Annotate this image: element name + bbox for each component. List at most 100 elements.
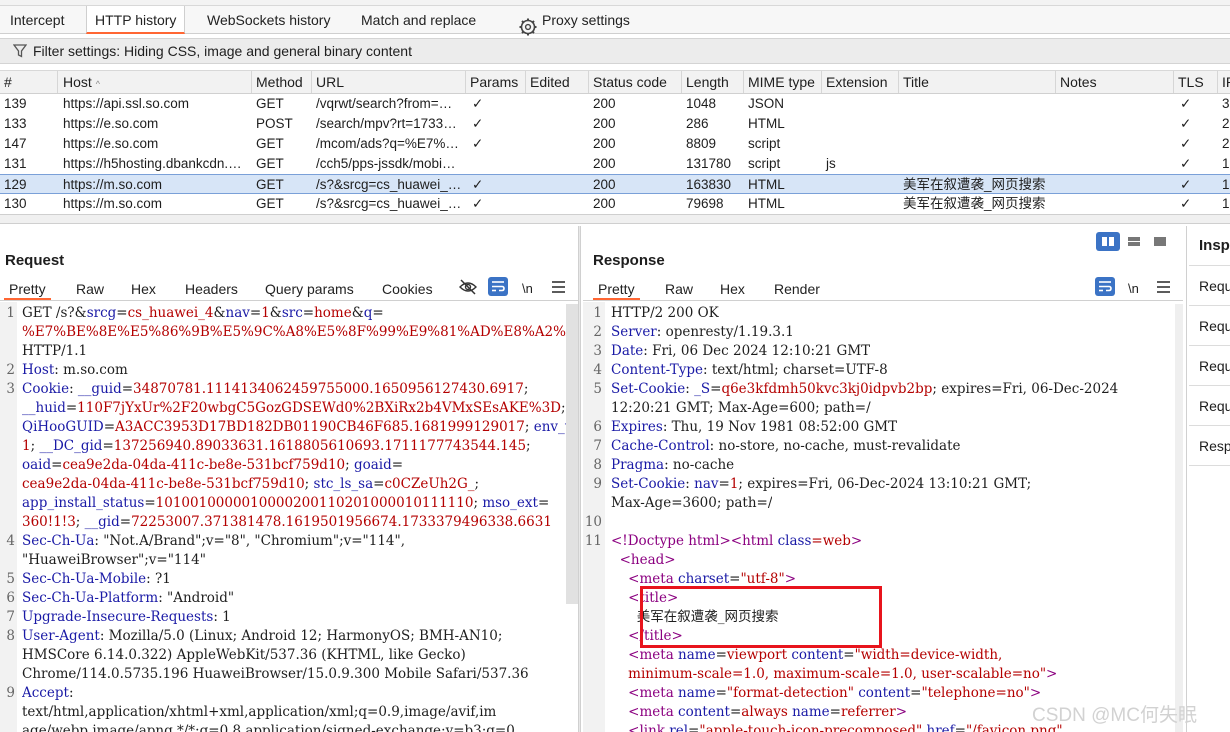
code-token: Chrome/114.0.5735.196 HuaweiBrowser/15.0… xyxy=(22,666,529,682)
code-token: = xyxy=(688,723,700,732)
code-line: Chrome/114.0.5735.196 HuaweiBrowser/15.0… xyxy=(22,665,529,684)
code-token: content xyxy=(791,647,844,663)
single-pane-layout-button[interactable] xyxy=(1148,232,1172,251)
col-status-code[interactable]: Status code xyxy=(589,71,682,93)
code-line: Max-Age=3600; path=/ xyxy=(611,494,772,513)
response-editor[interactable]: 1 HTTP/2 200 OK 2 Server: openresty/1.19.3.… xyxy=(583,304,1175,732)
cell-length: 8809 xyxy=(686,136,717,151)
inspector-item[interactable]: Requ xyxy=(1199,278,1230,294)
newline-toggle[interactable]: \n xyxy=(522,278,533,300)
col-url[interactable]: URL xyxy=(312,71,466,93)
code-token: Expires xyxy=(611,419,663,435)
inspector-item[interactable]: Requ xyxy=(1199,318,1230,334)
tab-intercept[interactable]: Intercept xyxy=(2,6,72,34)
col-tls[interactable]: TLS xyxy=(1174,71,1218,93)
table-row[interactable]: 147 https://e.so.com GET/mcom/ads?q=%E7%… ✓… xyxy=(0,134,1230,154)
filter-bar[interactable]: Filter settings: Hiding CSS, image and g… xyxy=(0,38,1230,64)
response-tab-raw[interactable]: Raw xyxy=(665,278,693,300)
request-tab-cookies[interactable]: Cookies xyxy=(382,278,433,300)
col-number[interactable]: # xyxy=(0,71,58,93)
cell-params: ✓ xyxy=(472,116,484,131)
code-token: <meta xyxy=(611,685,679,701)
inspector-separator xyxy=(1189,425,1230,426)
cell-url: /mcom/ads?q=%E7%… xyxy=(316,136,459,151)
response-tab-pretty[interactable]: Pretty xyxy=(593,278,640,300)
split-horizontal-layout-button[interactable] xyxy=(1122,232,1146,251)
word-wrap-icon[interactable] xyxy=(1095,277,1115,296)
line-number: 5 xyxy=(593,381,602,397)
word-wrap-icon[interactable] xyxy=(488,277,508,296)
cell-title: 美军在叙遭袭_网页搜索 xyxy=(903,177,1046,192)
menu-icon[interactable] xyxy=(1157,281,1170,293)
burp-proxy-window: Intercept HTTP history WebSockets histor… xyxy=(0,0,1230,732)
col-edited[interactable]: Edited xyxy=(526,71,589,93)
split-vertical-layout-button[interactable] xyxy=(1096,232,1120,251)
code-token: rel xyxy=(669,723,689,732)
tab-proxy-settings[interactable]: Proxy settings xyxy=(534,6,638,34)
code-line: Upgrade-Insecure-Requests: 1 xyxy=(22,608,231,627)
col-mime-type[interactable]: MIME type xyxy=(744,71,822,93)
code-token: nav xyxy=(694,476,719,492)
cell-edited xyxy=(526,154,589,174)
menu-icon[interactable] xyxy=(552,281,565,293)
cell-title xyxy=(899,114,1056,134)
line-number: 9 xyxy=(593,476,602,492)
col-host[interactable]: Host ^ xyxy=(59,71,252,93)
request-editor[interactable]: 1 GET /s?&srcg=cs_huawei_4&nav=1&src=home… xyxy=(0,304,578,732)
request-tab-hex[interactable]: Hex xyxy=(131,278,156,300)
col-extension[interactable]: Extension xyxy=(822,71,899,93)
code-token: : xyxy=(69,381,78,397)
code-line: Sec-Ch-Ua: "Not.A/Brand";v="8", "Chromiu… xyxy=(22,532,405,551)
table-row[interactable]: 139 https://api.ssl.so.com GET/vqrwt/searc… xyxy=(0,94,1230,114)
code-token: "utf-8" xyxy=(740,571,785,587)
code-token: = xyxy=(121,381,134,397)
request-tab-headers[interactable]: Headers xyxy=(185,278,238,300)
code-token: href xyxy=(926,723,955,732)
table-horizontal-scrollbar[interactable] xyxy=(0,214,1230,224)
response-tab-render[interactable]: Render xyxy=(774,278,820,300)
tab-match-and-replace[interactable]: Match and replace xyxy=(353,6,484,34)
cell-ext xyxy=(822,134,899,154)
code-token: stc_ls_sa xyxy=(313,476,374,492)
col-ip[interactable]: IP xyxy=(1218,71,1230,93)
code-token: Set-Cookie xyxy=(611,476,686,492)
code-token: 72253007.371381478.1619501956674.1733379… xyxy=(131,514,552,530)
col-params[interactable]: Params xyxy=(466,71,526,93)
request-tab-query-params[interactable]: Query params xyxy=(265,278,354,300)
code-line: GET /s?&srcg=cs_huawei_4&nav=1&src=home&… xyxy=(22,304,384,323)
line-number: 3 xyxy=(593,343,602,359)
eye-slash-icon[interactable] xyxy=(459,279,477,295)
code-line: Date: Fri, 06 Dec 2024 12:10:21 GMT xyxy=(611,342,870,361)
col-length[interactable]: Length xyxy=(682,71,744,93)
inspector-item[interactable]: Resp xyxy=(1199,438,1230,454)
response-scrollbar[interactable] xyxy=(1175,304,1183,732)
code-token: Content-Type xyxy=(611,362,704,378)
cell-length: 163830 xyxy=(686,177,732,192)
inspector-separator xyxy=(1189,305,1230,306)
title-highlight-box xyxy=(640,586,882,648)
code-token: User-Agent xyxy=(22,628,100,644)
pane-splitter[interactable] xyxy=(578,226,581,732)
table-row[interactable]: 133 https://e.so.com POST/search/mpv?rt=17… xyxy=(0,114,1230,134)
code-token: viewport xyxy=(726,647,792,663)
response-tab-hex[interactable]: Hex xyxy=(720,278,745,300)
col-notes[interactable]: Notes xyxy=(1056,71,1174,93)
tab-websockets-history[interactable]: WebSockets history xyxy=(199,6,338,34)
request-scrollbar[interactable] xyxy=(566,304,578,604)
code-token: = xyxy=(102,438,114,454)
code-token: : Fri, 06 Dec 2024 12:10:21 GMT xyxy=(643,343,871,359)
table-row[interactable]: 129 https://m.so.com GET/s?&srcg=cs_huawei… xyxy=(0,174,1230,194)
newline-toggle[interactable]: \n xyxy=(1128,278,1139,300)
request-tab-raw[interactable]: Raw xyxy=(76,278,104,300)
code-token: = xyxy=(302,305,315,321)
col-title[interactable]: Title xyxy=(899,71,1056,93)
table-row[interactable]: 131 https://h5hosting.dbankcdn.… GET/cch5/… xyxy=(0,154,1230,174)
table-row[interactable]: 130 https://m.so.com GET/s?&srcg=cs_huawei… xyxy=(0,194,1230,214)
inspector-item[interactable]: Requ xyxy=(1199,358,1230,374)
inspector-item[interactable]: Requ xyxy=(1199,398,1230,414)
code-token: & xyxy=(351,305,364,321)
request-tab-pretty[interactable]: Pretty xyxy=(4,278,51,300)
tab-http-history[interactable]: HTTP history xyxy=(86,6,186,34)
cell-length: 1048 xyxy=(686,96,717,111)
col-method[interactable]: Method xyxy=(252,71,312,93)
